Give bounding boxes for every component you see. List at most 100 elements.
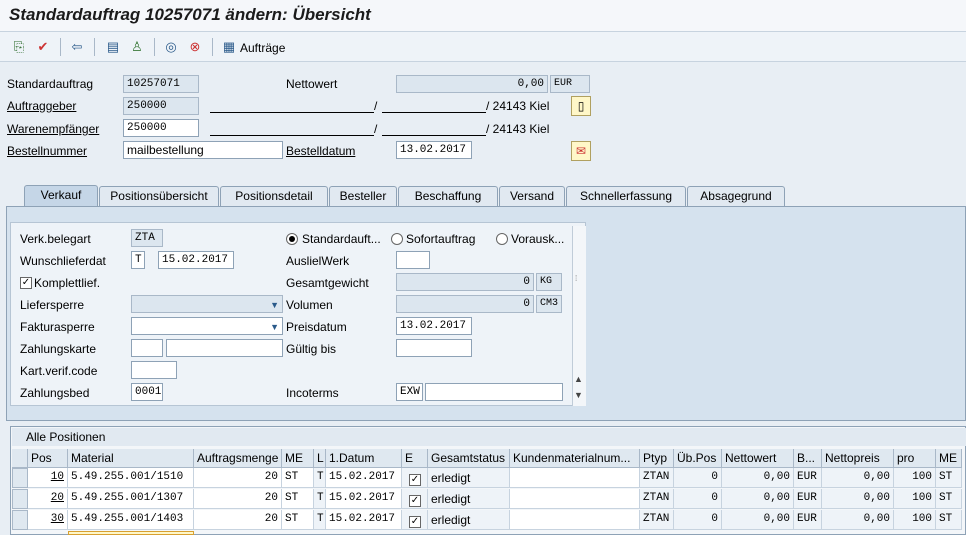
row-selector[interactable] xyxy=(12,468,28,488)
table-cell-material[interactable]: 5.49.255.001/1403 xyxy=(68,510,194,530)
table-cell-pos[interactable]: 30 xyxy=(28,510,68,530)
col-header[interactable]: 1.Datum xyxy=(326,449,402,468)
partner-icon[interactable]: ♙ xyxy=(128,38,146,56)
table-cell-material[interactable]: 5.49.255.001/1510 xyxy=(68,468,194,488)
tab-verkauf[interactable]: Verkauf xyxy=(24,185,98,206)
document-flow-icon[interactable]: ▤ xyxy=(104,38,122,56)
table-cell-date[interactable]: 15.02.2017 xyxy=(326,489,402,509)
new-row-input[interactable] xyxy=(68,531,194,535)
reject-icon[interactable]: ⊗ xyxy=(186,38,204,56)
payment-terms-field[interactable]: 0001 xyxy=(131,383,163,401)
table-cell-qty[interactable]: 20 xyxy=(194,468,282,488)
radio-standard[interactable] xyxy=(286,233,298,245)
col-header[interactable]: Ptyp xyxy=(640,449,674,468)
table-cell-date[interactable]: 15.02.2017 xyxy=(326,510,402,530)
billing-block-dropdown[interactable]: ▼ xyxy=(131,317,283,335)
po-number-field[interactable]: mailbestellung xyxy=(123,141,283,159)
col-header[interactable]: L xyxy=(314,449,326,468)
payment-card-type-field[interactable] xyxy=(131,339,163,357)
radio-advance[interactable] xyxy=(496,233,508,245)
document-icon[interactable]: ✉ xyxy=(571,141,591,161)
table-cell-date[interactable]: 15.02.2017 xyxy=(326,468,402,488)
complete-delivery-label: Komplettlief. xyxy=(34,276,101,290)
row-selector[interactable] xyxy=(12,510,28,530)
col-header[interactable]: Gesamtstatus xyxy=(428,449,510,468)
col-header[interactable]: Nettopreis xyxy=(822,449,894,468)
col-header[interactable]: Auftragsmenge xyxy=(194,449,282,468)
delivery-block-dropdown[interactable]: ▼ xyxy=(131,295,283,313)
tab-positionsuebersicht[interactable]: Positionsübersicht xyxy=(99,186,219,206)
table-cell-me[interactable]: ST xyxy=(282,489,314,509)
col-header[interactable]: Nettowert xyxy=(722,449,794,468)
select-all-header[interactable] xyxy=(12,449,28,468)
table-cell-me2: ST xyxy=(936,510,962,530)
scroll-up-icon[interactable]: ▲ xyxy=(574,374,583,384)
tab-schnellerfassung[interactable]: Schnellerfassung xyxy=(566,186,686,206)
sold-to-detail-icon[interactable]: ▯ xyxy=(571,96,591,116)
orders-button-label[interactable]: Aufträge xyxy=(240,41,285,55)
table-cell-custmat[interactable] xyxy=(510,489,640,509)
req-date-type-field[interactable]: T xyxy=(131,251,145,269)
req-date-field[interactable]: 15.02.2017 xyxy=(158,251,234,269)
table-cell-qty[interactable]: 20 xyxy=(194,489,282,509)
col-header[interactable]: E xyxy=(402,449,428,468)
chevron-down-icon: ▼ xyxy=(270,322,279,332)
complete-delivery-checkbox[interactable]: ✓ xyxy=(20,277,32,289)
col-header[interactable]: Üb.Pos xyxy=(674,449,722,468)
tab-absagegrund[interactable]: Absagegrund xyxy=(687,186,785,206)
row-selector[interactable] xyxy=(12,489,28,509)
po-date-label[interactable]: Bestelldatum xyxy=(286,144,355,158)
tab-besteller[interactable]: Besteller xyxy=(329,186,397,206)
col-header[interactable]: Pos xyxy=(28,449,68,468)
card-verif-field[interactable] xyxy=(131,361,177,379)
table-cell-custmat[interactable] xyxy=(510,510,640,530)
valid-to-field[interactable] xyxy=(396,339,472,357)
payment-card-number-field[interactable] xyxy=(166,339,283,357)
scroll-down-icon[interactable]: ▼ xyxy=(574,390,583,400)
radio-immediate[interactable] xyxy=(391,233,403,245)
table-cell-me[interactable]: ST xyxy=(282,510,314,530)
table-cell-status: erledigt xyxy=(428,489,510,509)
po-number-label[interactable]: Bestellnummer xyxy=(7,144,87,158)
po-date-field[interactable]: 13.02.2017 xyxy=(396,141,472,159)
radio-standard-label: Standardauft... xyxy=(302,232,381,246)
order-label: Standardauftrag xyxy=(7,77,94,91)
table-cell-ubpos: 0 xyxy=(674,489,722,509)
table-cell-pos[interactable]: 10 xyxy=(28,468,68,488)
col-header[interactable]: Kundenmaterialnum... xyxy=(510,449,640,468)
scroll-grip-icon: ⁞ xyxy=(575,274,578,283)
ship-to-label[interactable]: Warenempfänger xyxy=(7,122,99,136)
table-cell-custmat[interactable] xyxy=(510,468,640,488)
incoterms-location-field[interactable] xyxy=(425,383,563,401)
ship-to-field[interactable]: 250000 xyxy=(123,119,199,137)
status-icon[interactable]: ◎ xyxy=(162,38,180,56)
plant-field[interactable] xyxy=(396,251,430,269)
table-cell-me2: ST xyxy=(936,468,962,488)
orders-list-icon[interactable]: ▦ xyxy=(220,38,238,56)
table-cell-me[interactable]: ST xyxy=(282,468,314,488)
display-change-icon[interactable]: ⎘ xyxy=(10,38,28,56)
sold-to-field[interactable]: 250000 xyxy=(123,97,199,115)
col-header[interactable]: ME xyxy=(282,449,314,468)
vertical-scrollbar[interactable]: ⁞ ▲ ▼ xyxy=(572,226,586,406)
header-detail-icon[interactable]: ⇦ xyxy=(68,38,86,56)
tab-versand[interactable]: Versand xyxy=(499,186,565,206)
table-cell-per: 100 xyxy=(894,468,936,488)
toolbar-separator xyxy=(212,38,213,56)
tab-beschaffung[interactable]: Beschaffung xyxy=(398,186,498,206)
col-header[interactable]: pro xyxy=(894,449,936,468)
plant-label: AuslielWerk xyxy=(286,254,350,268)
sold-to-label[interactable]: Auftraggeber xyxy=(7,99,76,113)
col-header[interactable]: Material xyxy=(68,449,194,468)
window-title: Standardauftrag 10257071 ändern: Übersic… xyxy=(9,5,371,24)
incoterms-field[interactable]: EXW xyxy=(396,383,423,401)
col-header[interactable]: B... xyxy=(794,449,822,468)
check-icon: ✓ xyxy=(409,495,421,507)
col-header[interactable]: ME xyxy=(936,449,962,468)
table-cell-material[interactable]: 5.49.255.001/1307 xyxy=(68,489,194,509)
tab-positionsdetail[interactable]: Positionsdetail xyxy=(220,186,328,206)
price-date-field[interactable]: 13.02.2017 xyxy=(396,317,472,335)
table-cell-pos[interactable]: 20 xyxy=(28,489,68,509)
check-cancel-icon[interactable]: ✔ xyxy=(34,38,52,56)
table-cell-qty[interactable]: 20 xyxy=(194,510,282,530)
